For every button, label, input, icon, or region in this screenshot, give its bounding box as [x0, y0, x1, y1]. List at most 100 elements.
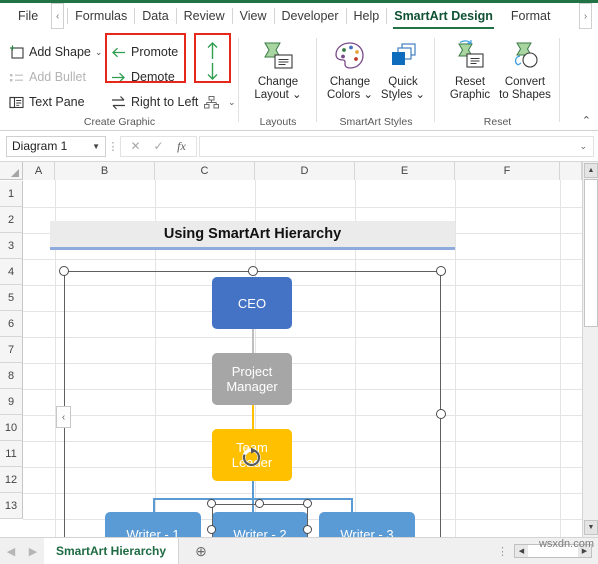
shape-handle-middle-right[interactable]: [303, 525, 312, 534]
chevron-down-icon[interactable]: ⌄: [228, 97, 236, 108]
quick-styles-icon: [385, 38, 421, 74]
vertical-scroll-thumb[interactable]: [584, 179, 598, 327]
shape-handle-middle-left[interactable]: [207, 525, 216, 534]
add-bullet-label: Add Bullet: [29, 70, 86, 84]
smartart-node-ceo[interactable]: CEO: [212, 277, 292, 329]
smartart-graphic-frame[interactable]: ‹ CEO Project Manager Team Leader Writer…: [56, 266, 446, 556]
row-header-9[interactable]: 9: [0, 389, 23, 415]
column-header-b[interactable]: B: [55, 162, 155, 180]
grid-line: [23, 259, 598, 260]
row-header-1[interactable]: 1: [0, 181, 23, 207]
chevron-down-icon[interactable]: ⌄: [579, 141, 587, 152]
cancel-icon[interactable]: ✕: [124, 139, 147, 153]
row-header-13[interactable]: 13: [0, 493, 23, 519]
reset-graphic-label-1: Reset: [454, 76, 486, 88]
group-reset: Reset Graphic Convert to Shapes Reset: [435, 32, 560, 131]
move-down-button[interactable]: [200, 62, 225, 82]
sheet-nav-prev-icon[interactable]: ◀: [0, 545, 22, 558]
convert-to-shapes-button[interactable]: Convert to Shapes: [494, 38, 556, 112]
ribbon-scroll-right-icon[interactable]: ›: [579, 3, 592, 29]
shape-handle-top-right[interactable]: [303, 499, 312, 508]
sheet-nav-next-icon[interactable]: ▶: [22, 545, 44, 558]
row-header-8[interactable]: 8: [0, 363, 23, 389]
row-header-6[interactable]: 6: [0, 311, 23, 337]
chevron-down-icon[interactable]: ⌄: [95, 47, 103, 58]
add-shape-button[interactable]: Add Shape ⌄: [8, 41, 102, 63]
shape-handle-top-left[interactable]: [207, 499, 216, 508]
promote-button[interactable]: Promote: [110, 41, 178, 63]
text-pane-toggle[interactable]: ‹: [56, 406, 71, 428]
group-label-smartart-styles: SmartArt Styles: [339, 116, 413, 128]
column-header-g[interactable]: [560, 162, 582, 180]
row-header-2[interactable]: 2: [0, 207, 23, 233]
collapse-ribbon-icon[interactable]: ⌃: [582, 114, 591, 127]
ribbon-scroll-left-icon[interactable]: ‹: [51, 3, 65, 29]
change-layout-label-1: Change: [257, 76, 299, 88]
enter-icon[interactable]: ✓: [147, 139, 170, 153]
row-header-4[interactable]: 4: [0, 259, 23, 285]
group-label-layouts: Layouts: [259, 116, 297, 128]
tab-smartart-design[interactable]: SmartArt Design: [387, 1, 500, 31]
formula-input[interactable]: ⌄: [199, 135, 594, 157]
smartart-node-project-manager[interactable]: Project Manager: [212, 353, 292, 405]
scroll-left-icon[interactable]: ◀: [515, 545, 528, 557]
shape-handle-top-center[interactable]: [255, 499, 264, 508]
reset-graphic-button[interactable]: Reset Graphic: [439, 38, 501, 112]
ribbon-tab-bar: File ‹ Formulas Data Review View Develop…: [0, 0, 598, 32]
tab-help[interactable]: Help: [347, 1, 387, 31]
add-bullet-button: Add Bullet: [8, 66, 86, 88]
name-box[interactable]: Diagram 1 ▼: [6, 135, 106, 157]
change-colors-label-1: Change: [329, 76, 371, 88]
vertical-scrollbar[interactable]: ▲ ▼: [582, 162, 598, 537]
change-colors-icon: [332, 38, 368, 74]
move-up-button[interactable]: [200, 40, 225, 60]
row-header-7[interactable]: 7: [0, 337, 23, 363]
resize-handle-top-right[interactable]: [436, 266, 446, 276]
column-header-f[interactable]: F: [455, 162, 560, 180]
connector-to-writer-1: [153, 498, 155, 512]
arrow-left-icon: [110, 44, 127, 61]
select-all-corner[interactable]: [0, 162, 23, 180]
resize-handle-middle-right[interactable]: [436, 409, 446, 419]
add-sheet-icon[interactable]: ⊕: [179, 543, 223, 560]
excel-window: File ‹ Formulas Data Review View Develop…: [0, 0, 598, 564]
tab-file[interactable]: File: [4, 1, 48, 31]
tab-data[interactable]: Data: [135, 1, 175, 31]
smartart-node-project-manager-label: Project Manager: [226, 364, 278, 394]
tab-review[interactable]: Review: [177, 1, 232, 31]
scroll-down-icon[interactable]: ▼: [584, 520, 598, 535]
row-header-12[interactable]: 12: [0, 467, 23, 493]
resize-handle-top-center[interactable]: [248, 266, 258, 276]
column-header-c[interactable]: C: [155, 162, 255, 180]
row-header-5[interactable]: 5: [0, 285, 23, 311]
chevron-down-icon[interactable]: ▼: [92, 142, 100, 151]
row-header-11[interactable]: 11: [0, 441, 23, 467]
convert-label-1: Convert: [504, 76, 546, 88]
group-layouts: Change Layout ⌄ Layouts: [239, 32, 317, 131]
demote-button[interactable]: Demote: [110, 66, 175, 88]
watermark-text: wsxdn.com: [538, 538, 594, 550]
tab-view[interactable]: View: [233, 1, 274, 31]
insert-function-icon[interactable]: fx: [170, 139, 193, 154]
tab-format[interactable]: Format: [504, 1, 558, 31]
column-header-d[interactable]: D: [255, 162, 355, 180]
grid-line: [23, 207, 598, 208]
layout-options-button[interactable]: ⌄: [203, 91, 236, 113]
name-box-value: Diagram 1: [12, 139, 68, 153]
row-header-3[interactable]: 3: [0, 233, 23, 259]
column-header-a[interactable]: A: [23, 162, 55, 180]
change-layout-icon: [260, 38, 296, 74]
quick-styles-button[interactable]: Quick Styles ⌄: [372, 38, 434, 112]
row-header-10[interactable]: 10: [0, 415, 23, 441]
formula-bar-grip: ⋮: [107, 140, 119, 153]
tab-formulas[interactable]: Formulas: [68, 1, 134, 31]
tab-developer[interactable]: Developer: [275, 1, 346, 31]
resize-handle-top-left[interactable]: [59, 266, 69, 276]
sheet-tab-smartart-hierarchy[interactable]: SmartArt Hierarchy: [44, 538, 180, 564]
change-layout-button[interactable]: Change Layout ⌄: [247, 38, 309, 112]
column-header-e[interactable]: E: [355, 162, 455, 180]
text-pane-icon: [8, 94, 25, 111]
text-pane-button[interactable]: Text Pane: [8, 91, 85, 113]
scroll-up-icon[interactable]: ▲: [584, 163, 598, 178]
right-to-left-button[interactable]: Right to Left: [110, 91, 198, 113]
